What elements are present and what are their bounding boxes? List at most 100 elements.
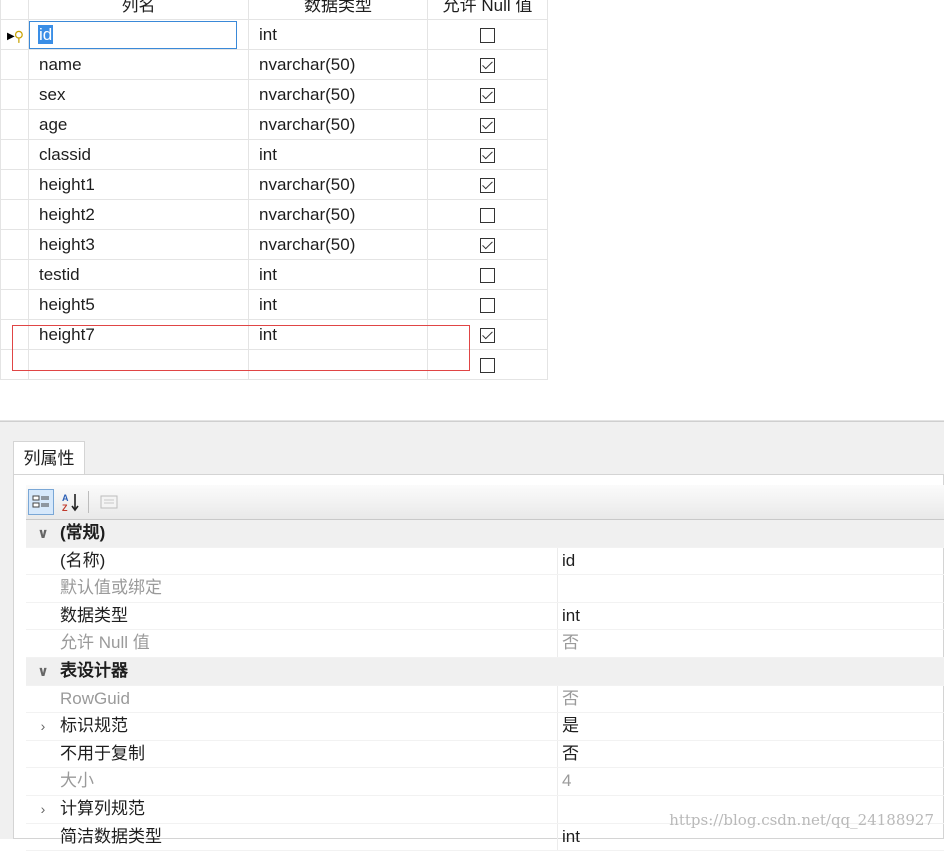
alphabetical-sort-icon: A Z xyxy=(62,493,79,513)
column-properties-panel: 列属性 A Z ∨ (常规) (名称) id 默认值或绑定 数据类型 int 允… xyxy=(0,429,944,851)
table-design-grid-area: 列名 数据类型 允许 Null 值 ▶ ⚲ id int name nvarchar(50… xyxy=(0,0,944,421)
table-row[interactable]: classid int xyxy=(0,139,548,170)
column-name-cell[interactable]: age xyxy=(28,109,249,140)
collapse-icon[interactable]: ∨ xyxy=(26,520,60,547)
data-type-cell[interactable]: int xyxy=(248,259,428,290)
row-selector[interactable] xyxy=(0,349,29,380)
data-type-cell[interactable]: int xyxy=(248,139,428,170)
data-type-cell[interactable]: nvarchar(50) xyxy=(248,229,428,260)
row-selector[interactable]: ▶ ⚲ xyxy=(0,19,29,50)
grid-header-row: 列名 数据类型 允许 Null 值 xyxy=(0,0,548,20)
columns-grid: 列名 数据类型 允许 Null 值 ▶ ⚲ id int name nvarchar(50… xyxy=(0,0,548,380)
table-row[interactable]: height1 nvarchar(50) xyxy=(0,169,548,200)
collapse-icon[interactable]: ∨ xyxy=(26,658,60,685)
row-selector[interactable] xyxy=(0,49,29,80)
allow-null-checkbox[interactable] xyxy=(480,207,495,223)
table-row[interactable]: height7 int xyxy=(0,319,548,350)
property-row[interactable]: 默认值或绑定 xyxy=(26,575,944,603)
allow-null-cell xyxy=(427,349,548,380)
expand-icon[interactable]: › xyxy=(26,713,60,740)
allow-null-checkbox[interactable] xyxy=(480,57,495,73)
property-pages-button[interactable] xyxy=(96,489,122,515)
allow-null-checkbox[interactable] xyxy=(480,357,495,373)
row-selector[interactable] xyxy=(0,229,29,260)
allow-null-header[interactable]: 允许 Null 值 xyxy=(427,0,548,20)
row-selector[interactable] xyxy=(0,199,29,230)
column-name-cell[interactable] xyxy=(28,349,249,380)
column-name-cell[interactable]: height2 xyxy=(28,199,249,230)
allow-null-cell xyxy=(427,139,548,170)
column-name-cell[interactable]: height7 xyxy=(28,319,249,350)
property-name: 不用于复制 xyxy=(60,740,558,768)
column-name-cell[interactable]: sex xyxy=(28,79,249,110)
row-selector[interactable] xyxy=(0,289,29,320)
property-row[interactable]: 不用于复制否 xyxy=(26,740,944,769)
data-type-cell[interactable]: nvarchar(50) xyxy=(248,49,428,80)
property-value[interactable]: id xyxy=(562,548,575,575)
property-value[interactable]: 否 xyxy=(562,686,579,713)
table-row[interactable] xyxy=(0,349,548,380)
data-type-cell[interactable]: nvarchar(50) xyxy=(248,199,428,230)
property-row[interactable]: 大小 4 xyxy=(26,768,944,796)
property-row[interactable]: 数据类型 int xyxy=(26,602,944,631)
table-row[interactable]: sex nvarchar(50) xyxy=(0,79,548,110)
column-name-cell[interactable]: testid xyxy=(28,259,249,290)
data-type-cell[interactable]: int xyxy=(248,289,428,320)
allow-null-checkbox[interactable] xyxy=(480,87,495,103)
data-type-cell[interactable]: int xyxy=(248,319,428,350)
data-type-cell[interactable]: nvarchar(50) xyxy=(248,79,428,110)
column-name-cell[interactable]: id xyxy=(28,19,249,50)
alphabetical-button[interactable]: A Z xyxy=(58,489,84,515)
property-value[interactable]: int xyxy=(562,824,580,851)
data-type-cell[interactable]: nvarchar(50) xyxy=(248,169,428,200)
tab-column-properties[interactable]: 列属性 xyxy=(13,441,85,475)
table-row[interactable]: age nvarchar(50) xyxy=(0,109,548,140)
property-row[interactable]: (名称) id xyxy=(26,547,944,576)
allow-null-checkbox[interactable] xyxy=(480,147,495,163)
table-row[interactable]: height3 nvarchar(50) xyxy=(0,229,548,260)
property-row[interactable]: RowGuid 否 xyxy=(26,685,944,714)
table-row[interactable]: ▶ ⚲ id int xyxy=(0,19,548,50)
property-value[interactable]: int xyxy=(562,603,580,630)
data-type-cell[interactable]: nvarchar(50) xyxy=(248,109,428,140)
property-category[interactable]: ∨ (常规) xyxy=(26,520,944,548)
table-row[interactable]: height5 int xyxy=(0,289,548,320)
property-value[interactable]: 4 xyxy=(562,768,571,795)
allow-null-checkbox[interactable] xyxy=(480,237,495,253)
allow-null-checkbox[interactable] xyxy=(480,117,495,133)
column-name-cell[interactable]: name xyxy=(28,49,249,80)
property-row[interactable]: › 标识规范是 xyxy=(26,713,944,741)
column-name-header[interactable]: 列名 xyxy=(28,0,249,20)
data-type-cell[interactable] xyxy=(248,349,428,380)
property-value[interactable]: 否 xyxy=(562,741,579,768)
row-selector[interactable] xyxy=(0,79,29,110)
table-row[interactable]: testid int xyxy=(0,259,548,290)
data-type-cell[interactable]: int xyxy=(248,19,428,50)
row-selector[interactable] xyxy=(0,169,29,200)
data-type-header[interactable]: 数据类型 xyxy=(248,0,428,20)
column-name-cell[interactable]: height3 xyxy=(28,229,249,260)
allow-null-checkbox[interactable] xyxy=(480,177,495,193)
allow-null-checkbox[interactable] xyxy=(480,297,495,313)
column-name-cell[interactable]: height1 xyxy=(28,169,249,200)
table-row[interactable]: name nvarchar(50) xyxy=(0,49,548,80)
property-value[interactable]: 否 xyxy=(562,630,579,657)
allow-null-checkbox[interactable] xyxy=(480,327,495,343)
expand-icon[interactable]: › xyxy=(26,796,60,823)
property-category[interactable]: ∨ 表设计器 xyxy=(26,657,944,686)
table-row[interactable]: height2 nvarchar(50) xyxy=(0,199,548,230)
allow-null-cell xyxy=(427,289,548,320)
categorized-button[interactable] xyxy=(28,489,54,515)
row-selector[interactable] xyxy=(0,319,29,350)
property-value[interactable]: 是 xyxy=(562,713,579,740)
column-name-cell[interactable]: classid xyxy=(28,139,249,170)
allow-null-checkbox[interactable] xyxy=(480,267,495,283)
row-selector[interactable] xyxy=(0,109,29,140)
row-selector[interactable] xyxy=(0,139,29,170)
property-grid: ∨ (常规) (名称) id 默认值或绑定 数据类型 int 允许 Null 值否 ∨ 表设计器 R… xyxy=(26,520,944,851)
column-name-cell[interactable]: height5 xyxy=(28,289,249,320)
row-selector[interactable] xyxy=(0,259,29,290)
allow-null-checkbox[interactable] xyxy=(480,27,495,43)
column-name-editor[interactable]: id xyxy=(29,20,237,49)
property-row[interactable]: 允许 Null 值否 xyxy=(26,630,944,658)
